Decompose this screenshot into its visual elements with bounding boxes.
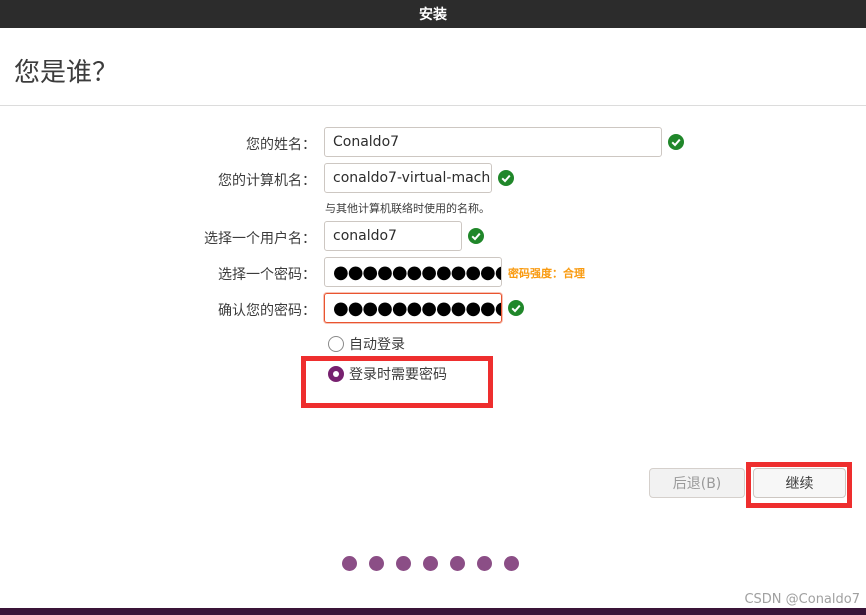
annotation-highlight-box — [746, 462, 852, 508]
auto-login-radio[interactable] — [328, 336, 344, 352]
confirm-password-label: 确认您的密码： — [218, 303, 316, 319]
password-strength-label: 密码强度：合理 — [508, 267, 585, 280]
back-button[interactable]: 后退(B) — [649, 468, 745, 498]
computer-name-value: conaldo7-virtual-mach — [333, 170, 491, 186]
confirm-password-valid-check-icon — [508, 300, 524, 316]
auto-login-label: 自动登录 — [349, 337, 405, 353]
name-input[interactable]: Conaldo7 — [324, 127, 662, 157]
computer-name-label: 您的计算机名： — [218, 173, 316, 189]
progress-step-dot — [504, 556, 519, 571]
window-title: 安装 — [419, 7, 447, 23]
window-titlebar: 安装 — [0, 0, 866, 28]
progress-step-dot — [396, 556, 411, 571]
header-divider — [0, 105, 866, 106]
computer-name-valid-check-icon — [498, 170, 514, 186]
username-label: 选择一个用户名： — [204, 231, 316, 247]
name-label: 您的姓名： — [246, 137, 316, 153]
watermark: CSDN @Conaldo7 — [744, 592, 860, 607]
name-valid-check-icon — [668, 134, 684, 150]
username-valid-check-icon — [468, 228, 484, 244]
annotation-highlight-box — [301, 356, 493, 408]
computer-name-hint: 与其他计算机联络时使用的名称。 — [325, 202, 490, 215]
progress-step-dot — [423, 556, 438, 571]
password-masked-value: ●●●●●●●●●●●●● — [333, 261, 501, 283]
progress-step-dot — [342, 556, 357, 571]
username-value: conaldo7 — [333, 228, 397, 244]
password-input[interactable]: ●●●●●●●●●●●●● — [324, 257, 502, 287]
progress-step-dot — [369, 556, 384, 571]
auto-login-option[interactable]: 自动登录 — [328, 334, 405, 354]
confirm-password-input[interactable]: ●●●●●●●●●●●●● — [324, 293, 502, 323]
password-label: 选择一个密码： — [218, 267, 316, 283]
progress-step-dot — [477, 556, 492, 571]
confirm-password-masked-value: ●●●●●●●●●●●●● — [333, 297, 501, 319]
username-input[interactable]: conaldo7 — [324, 221, 462, 251]
computer-name-input[interactable]: conaldo7-virtual-mach — [324, 163, 492, 193]
bottom-panel-edge — [0, 608, 866, 615]
progress-step-dot — [450, 556, 465, 571]
page-title: 您是谁？ — [14, 58, 119, 88]
name-input-value: Conaldo7 — [333, 134, 400, 150]
